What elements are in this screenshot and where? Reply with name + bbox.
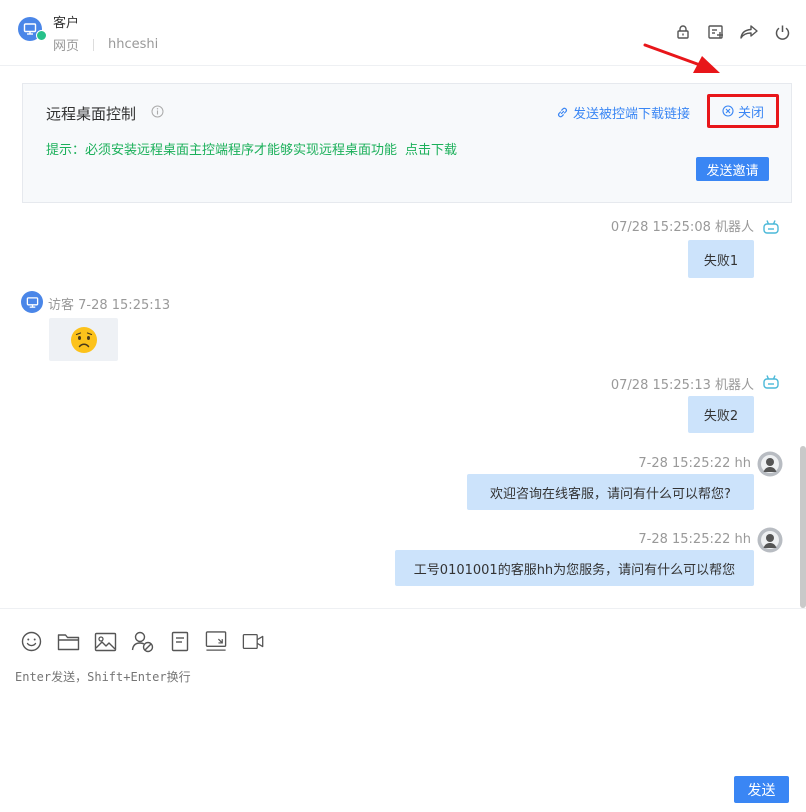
monitor-icon	[26, 296, 38, 308]
screen-capture-icon[interactable]	[205, 630, 228, 653]
channel-label: 网页	[53, 39, 80, 54]
message-meta: 07/28 15:25:08 机器人	[611, 216, 754, 235]
tip-text: 提示：必须安装远程桌面主控端程序才能够实现远程桌面功能	[46, 143, 398, 158]
message-meta: 07/28 15:25:13 机器人	[611, 374, 754, 393]
emoji-message	[49, 318, 118, 361]
folder-icon[interactable]	[57, 630, 80, 653]
document-icon[interactable]	[168, 630, 191, 653]
divider	[93, 38, 95, 51]
message-input[interactable]	[15, 668, 785, 768]
robot-icon	[763, 375, 779, 389]
remote-tip: 提示：必须安装远程桌面主控端程序才能够实现远程桌面功能 点击下载	[46, 139, 457, 158]
message-meta: 访客 7-28 15:25:13	[48, 294, 170, 313]
link-icon	[558, 107, 567, 118]
share-icon[interactable]	[739, 22, 759, 42]
message-meta: 7-28 15:25:22 hh	[638, 532, 751, 547]
send-download-link-button[interactable]: 发送被控端下载链接	[556, 103, 690, 122]
chat-header: 客户 网页 hhceshi	[0, 0, 806, 66]
send-button[interactable]: 发送	[734, 776, 789, 803]
message-bubble: 欢迎咨询在线客服，请问有什么可以帮您?	[467, 474, 754, 510]
note-add-icon[interactable]	[706, 22, 726, 42]
message-meta-text: 访客 7-28 15:25:13	[48, 298, 171, 313]
message-list: 07/28 15:25:08 机器人 失败1 访客 7-28 15:25:13 …	[0, 204, 806, 608]
message-meta-text: 7-28 15:25:22 hh	[638, 456, 751, 471]
customer-title: 客户	[53, 16, 80, 31]
agent-avatar	[757, 527, 783, 553]
robot-icon	[763, 220, 779, 234]
send-link-label: 发送被控端下载链接	[573, 107, 691, 122]
composer: 发送	[0, 608, 806, 812]
message-bubble: 失败2	[688, 396, 754, 433]
download-link[interactable]: 点击下载	[405, 143, 457, 158]
composer-toolbar	[20, 630, 265, 653]
message-bubble: 工号0101001的客服hh为您服务，请问有什么可以帮您	[395, 550, 754, 586]
remote-title: 远程桌面控制	[46, 105, 137, 123]
power-icon[interactable]	[772, 22, 792, 42]
close-circle-icon	[722, 105, 734, 117]
worried-face-emoji	[70, 326, 97, 353]
agent-avatar	[757, 451, 783, 477]
message-meta-text: 7-28 15:25:22 hh	[638, 532, 751, 547]
message-meta-text: 07/28 15:25:13 机器人	[610, 378, 754, 393]
emoji-icon[interactable]	[20, 630, 43, 653]
send-invite-button[interactable]: 发送邀请	[696, 157, 769, 181]
image-icon[interactable]	[94, 630, 117, 653]
online-status-icon	[36, 30, 47, 41]
info-icon	[151, 105, 164, 118]
visitor-avatar	[21, 291, 43, 313]
customer-subtitle: 网页 hhceshi	[53, 35, 158, 54]
close-button[interactable]: 关闭	[707, 94, 779, 128]
transfer-user-icon[interactable]	[131, 630, 154, 653]
close-label: 关闭	[737, 105, 764, 121]
chat-scrollbar[interactable]	[800, 446, 806, 608]
message-meta-text: 07/28 15:25:08 机器人	[610, 220, 754, 235]
remote-desktop-panel: 远程桌面控制 发送被控端下载链接 关闭 提示：必须安装远程桌面主控端程序才能够实…	[22, 83, 792, 203]
lock-icon[interactable]	[673, 22, 693, 42]
message-meta: 7-28 15:25:22 hh	[638, 456, 751, 471]
header-actions	[673, 22, 792, 42]
video-icon[interactable]	[242, 630, 265, 653]
account-label: hhceshi	[108, 37, 159, 52]
message-bubble: 失败1	[688, 240, 754, 278]
